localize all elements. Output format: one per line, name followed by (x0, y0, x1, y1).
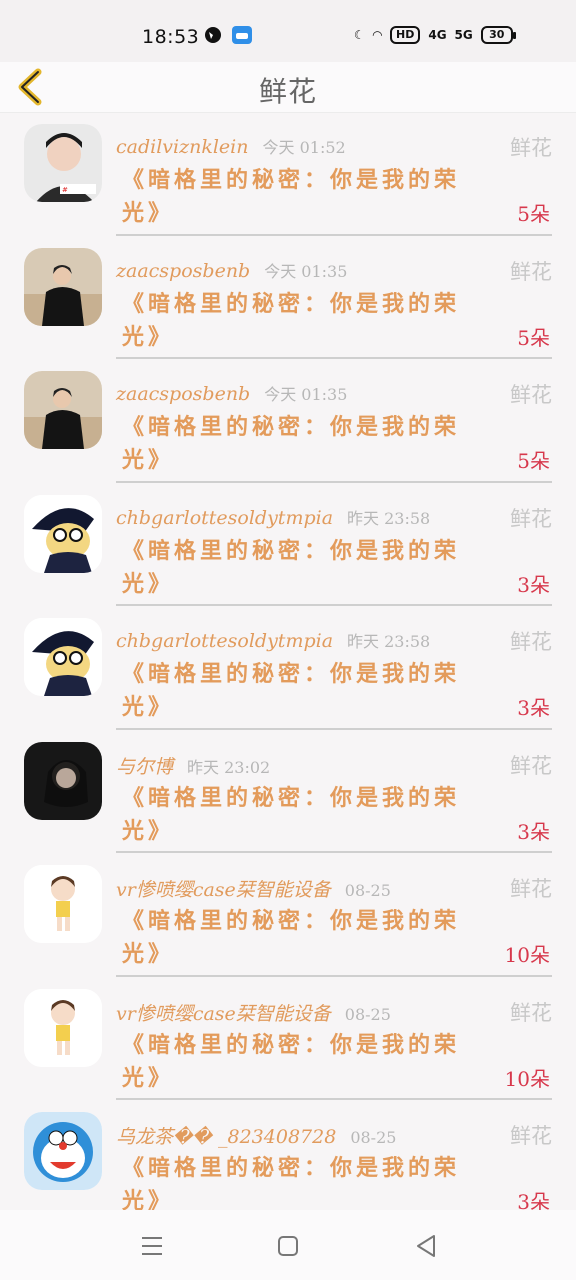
book-title[interactable]: 《暗格里的秘密：你是我的荣光》 (122, 782, 482, 848)
username[interactable]: chbgarlottesoldytmpia (116, 630, 333, 652)
flower-count: 3朵 (517, 1190, 550, 1210)
wifi-icon: ◠ (372, 28, 382, 42)
timestamp: 昨天 23:58 (347, 508, 431, 528)
signal-4g: 4G (428, 28, 447, 42)
avatar[interactable] (24, 247, 102, 326)
username[interactable]: vr惨喷缨case栞智能设备 (116, 879, 331, 901)
username[interactable]: chbgarlottesoldytmpia (116, 507, 333, 529)
username[interactable]: cadilviznklein (116, 136, 249, 158)
list-item[interactable]: zaacsposbenb 今天 01:35 鲜花 《暗格里的秘密：你是我的荣光》 … (0, 359, 576, 483)
flower-count: 10朵 (504, 943, 550, 967)
flower-count: 3朵 (517, 572, 550, 597)
flower-count: 5朵 (517, 325, 550, 350)
signal-5g: 5G (454, 28, 473, 42)
flower-count: 3朵 (517, 696, 550, 720)
book-title[interactable]: 《暗格里的秘密：你是我的荣光》 (122, 164, 482, 230)
avatar[interactable] (24, 494, 102, 573)
username[interactable]: zaacsposbenb (116, 383, 250, 405)
list-item[interactable]: 与尔博 昨天 23:02 鲜花 《暗格里的秘密：你是我的荣光》 3朵 (0, 730, 576, 853)
timestamp: 今天 01:35 (264, 385, 348, 404)
list-item[interactable]: 乌龙茶�� _823408728 08-25 鲜花 《暗格里的秘密：你是我的荣光》… (0, 1100, 576, 1210)
flower-label: 鲜花 (510, 506, 552, 531)
browser-app-icon (205, 27, 221, 43)
book-title[interactable]: 《暗格里的秘密：你是我的荣光》 (122, 658, 482, 724)
flower-label: 鲜花 (510, 136, 552, 160)
book-title[interactable]: 《暗格里的秘密：你是我的荣光》 (122, 411, 482, 477)
username[interactable]: zaacsposbenb (116, 260, 250, 282)
timestamp: 08-25 (344, 1004, 391, 1024)
book-title[interactable]: 《暗格里的秘密：你是我的荣光》 (122, 1152, 482, 1210)
avatar[interactable] (24, 741, 102, 820)
username[interactable]: vr惨喷缨case栞智能设备 (116, 1003, 331, 1025)
list-item[interactable]: vr惨喷缨case栞智能设备 08-25 鲜花 《暗格里的秘密：你是我的荣光》 1… (0, 853, 576, 977)
flower-label: 鲜花 (510, 1124, 552, 1148)
back-nav-icon[interactable] (412, 1232, 440, 1260)
timestamp: 08-25 (344, 881, 391, 900)
header: 鲜花 (0, 62, 576, 113)
username[interactable]: 与尔博 (116, 756, 173, 778)
system-nav-bar (0, 1210, 576, 1280)
list-item[interactable]: chbgarlottesoldytmpia 昨天 23:58 鲜花 《暗格里的秘密… (0, 606, 576, 730)
book-title[interactable]: 《暗格里的秘密：你是我的荣光》 (122, 905, 482, 971)
flower-label: 鲜花 (510, 753, 552, 778)
timestamp: 08-25 (350, 1128, 397, 1147)
avatar[interactable]: # (24, 124, 102, 202)
list-item[interactable]: zaacsposbenb 今天 01:35 鲜花 《暗格里的秘密：你是我的荣光》 … (0, 236, 576, 359)
timestamp: 今天 01:52 (262, 138, 346, 157)
timestamp: 今天 01:35 (264, 261, 348, 281)
flower-count: 5朵 (517, 202, 550, 226)
avatar[interactable] (24, 988, 102, 1067)
flower-count: 10朵 (504, 1066, 550, 1091)
flower-label: 鲜花 (510, 259, 552, 284)
flower-label: 鲜花 (510, 1000, 552, 1025)
flower-label: 鲜花 (510, 630, 552, 654)
menu-icon[interactable] (138, 1232, 166, 1260)
flower-count: 3朵 (517, 819, 550, 844)
home-icon[interactable] (274, 1232, 302, 1260)
svg-text:#: # (62, 186, 68, 194)
flower-label: 鲜花 (510, 383, 552, 407)
timestamp: 昨天 23:58 (347, 632, 431, 651)
status-bar: 18:53 ☾ ◠ HD 4G 5G 30 (0, 0, 576, 62)
avatar[interactable] (24, 1112, 102, 1190)
list-item[interactable]: chbgarlottesoldytmpia 昨天 23:58 鲜花 《暗格里的秘密… (0, 483, 576, 606)
page-title: 鲜花 (258, 75, 317, 108)
timestamp: 昨天 23:02 (187, 757, 271, 777)
moon-icon: ☾ (354, 28, 365, 42)
book-title[interactable]: 《暗格里的秘密：你是我的荣光》 (122, 288, 482, 354)
avatar[interactable] (24, 865, 102, 943)
list-item[interactable]: vr惨喷缨case栞智能设备 08-25 鲜花 《暗格里的秘密：你是我的荣光》 1… (0, 977, 576, 1100)
book-title[interactable]: 《暗格里的秘密：你是我的荣光》 (122, 1029, 482, 1095)
list-item[interactable]: # cadilviznklein 今天 01:52 鲜花 《暗格里的秘密：你是我的… (0, 112, 576, 236)
status-time: 18:53 (142, 26, 200, 48)
username[interactable]: 乌龙茶�� _823408728 (116, 1126, 336, 1148)
avatar[interactable] (24, 618, 102, 696)
flower-count: 5朵 (517, 449, 550, 473)
flower-gift-list: # cadilviznklein 今天 01:52 鲜花 《暗格里的秘密：你是我的… (0, 112, 576, 1210)
battery-indicator: 30 (480, 26, 516, 44)
android-app-icon (232, 26, 252, 44)
book-title[interactable]: 《暗格里的秘密：你是我的荣光》 (122, 535, 482, 601)
avatar[interactable] (24, 371, 102, 449)
hd-badge: HD (390, 26, 421, 44)
flower-label: 鲜花 (510, 877, 552, 901)
